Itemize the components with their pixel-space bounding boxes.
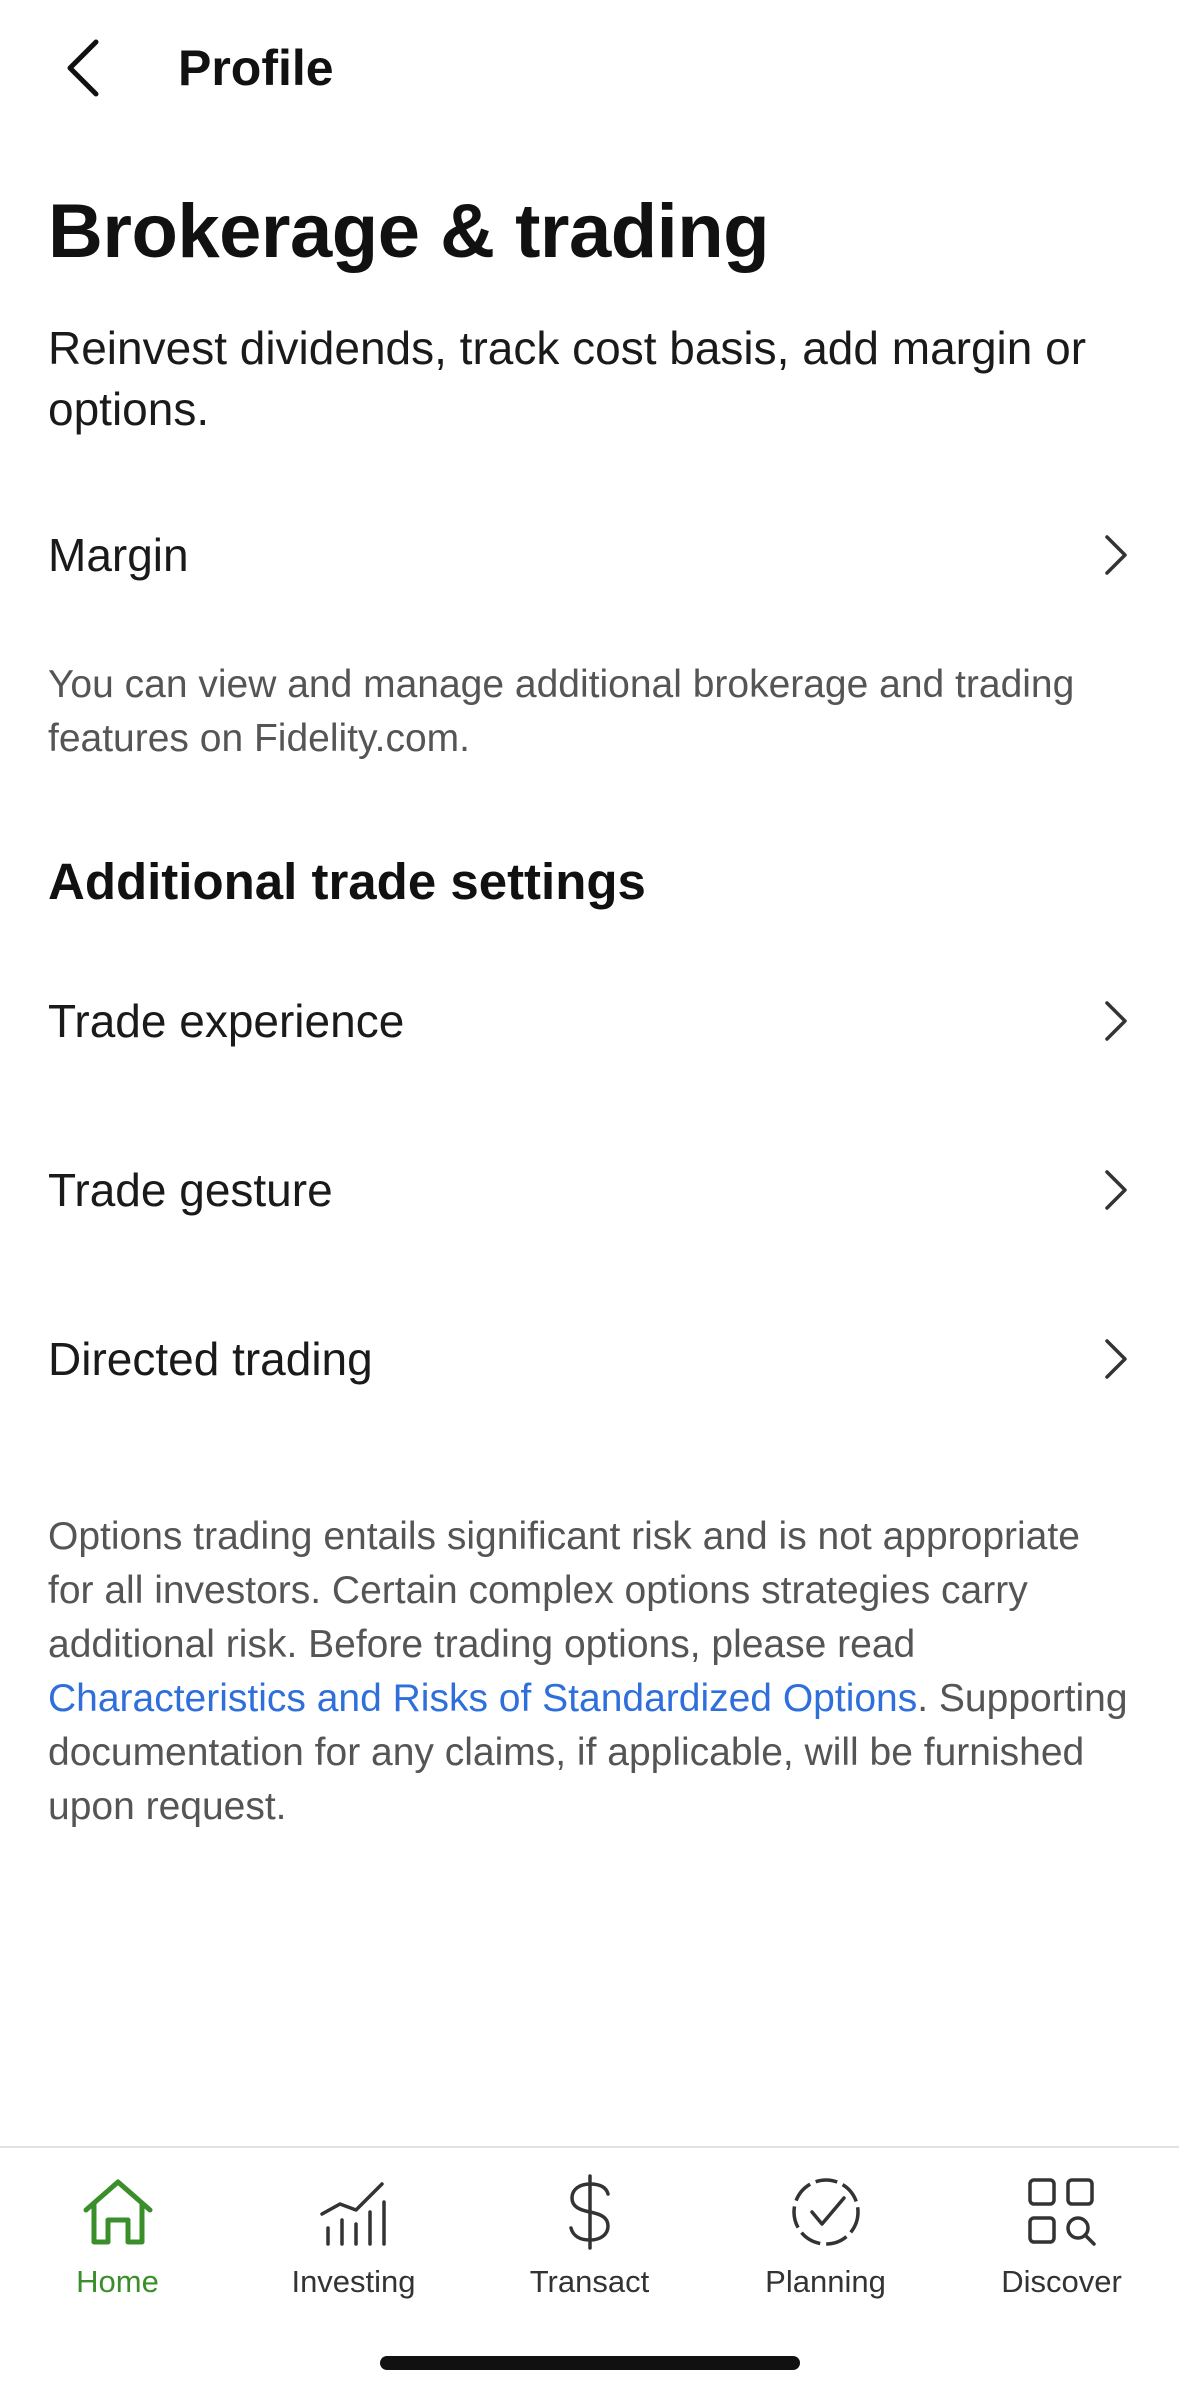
- tab-home[interactable]: Home: [0, 2170, 235, 2320]
- tab-transact-label: Transact: [529, 2264, 650, 2299]
- trade-gesture-row[interactable]: Trade gesture: [0, 1125, 1179, 1255]
- planning-check-icon: [784, 2170, 868, 2254]
- discover-grid-icon: [1020, 2170, 1104, 2254]
- tab-discover-label: Discover: [1001, 2264, 1122, 2299]
- dollar-icon: [548, 2170, 632, 2254]
- trade-experience-row[interactable]: Trade experience: [0, 956, 1179, 1086]
- section-heading-additional-trade-settings: Additional trade settings: [48, 853, 646, 910]
- tab-planning-label: Planning: [765, 2264, 886, 2299]
- home-icon: [76, 2170, 160, 2254]
- home-indicator: [380, 2356, 800, 2370]
- chevron-right-icon: [1091, 997, 1139, 1045]
- chevron-left-icon: [67, 39, 99, 97]
- page-subtitle: Reinvest dividends, track cost basis, ad…: [48, 322, 1087, 435]
- chart-icon: [312, 2170, 396, 2254]
- chevron-right-icon: [1091, 1166, 1139, 1214]
- directed-trading-label: Directed trading: [48, 1333, 373, 1385]
- tab-investing-label: Investing: [291, 2264, 416, 2299]
- standardized-options-link[interactable]: Characteristics and Risks of Standardize…: [48, 1677, 917, 1720]
- top-nav-bar: Profile: [0, 0, 1179, 140]
- tab-investing[interactable]: Investing: [236, 2170, 471, 2320]
- back-button[interactable]: [48, 28, 128, 108]
- page-title: Brokerage & trading: [48, 189, 770, 274]
- tab-planning[interactable]: Planning: [708, 2170, 943, 2320]
- margin-row-label: Margin: [48, 529, 189, 581]
- margin-row[interactable]: Margin: [0, 490, 1179, 620]
- trade-experience-label: Trade experience: [48, 995, 405, 1047]
- bottom-tab-bar: Home Investing Transact Planning Discove…: [0, 2146, 1179, 2328]
- options-disclaimer: Options trading entails significant risk…: [48, 1510, 1128, 1834]
- trade-gesture-label: Trade gesture: [48, 1164, 333, 1216]
- chevron-right-icon: [1091, 531, 1139, 579]
- tab-transact[interactable]: Transact: [472, 2170, 707, 2320]
- brokerage-trading-screen: Profile Brokerage & trading Reinvest div…: [0, 0, 1179, 2396]
- tab-discover[interactable]: Discover: [944, 2170, 1179, 2320]
- fidelity-info-note: You can view and manage additional broke…: [48, 663, 1075, 760]
- directed-trading-row[interactable]: Directed trading: [0, 1294, 1179, 1424]
- disclaimer-text-start: Options trading entails significant risk…: [48, 1515, 1080, 1666]
- tab-home-label: Home: [76, 2264, 159, 2299]
- header-title: Profile: [178, 40, 334, 96]
- chevron-right-icon: [1091, 1335, 1139, 1383]
